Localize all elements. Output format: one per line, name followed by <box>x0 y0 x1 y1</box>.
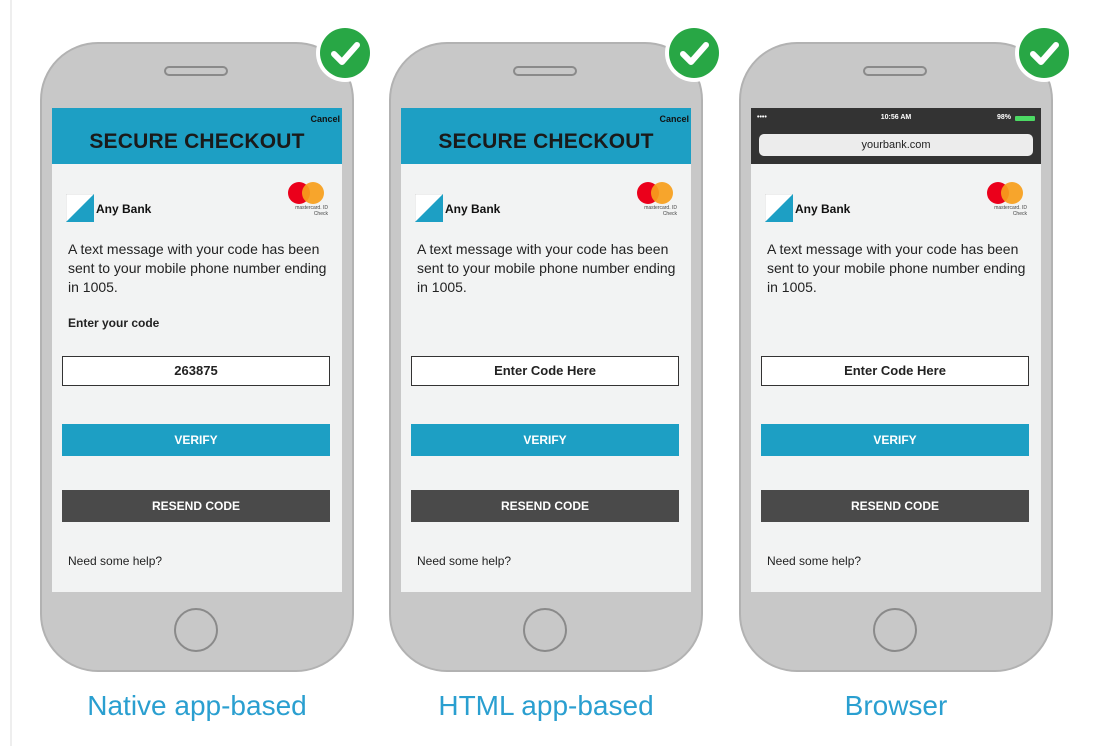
header-title: SECURE CHECKOUT <box>438 130 654 153</box>
phone-browser: •••• 10:56 AM 98% yourbank.com Any Bank … <box>739 28 1069 672</box>
phone-screen: Cancel SECURE CHECKOUT Any Bank masterca… <box>52 108 342 592</box>
secure-checkout-header: Cancel SECURE CHECKOUT <box>401 108 691 164</box>
code-input[interactable]: Enter Code Here <box>411 356 679 386</box>
bank-name: Any Bank <box>96 202 152 216</box>
phone-html-app: Cancel SECURE CHECKOUT Any Bank masterca… <box>389 28 719 672</box>
bank-row: Any Bank mastercard. ID Check <box>66 182 328 222</box>
caption-native-app: Native app-based <box>87 690 307 721</box>
bank-row: Any Bank mastercard. ID Check <box>415 182 677 222</box>
phone-screen: Cancel SECURE CHECKOUT Any Bank masterca… <box>401 108 691 592</box>
speaker-icon <box>863 66 927 76</box>
bank-logo-icon <box>765 194 793 222</box>
check-circle-icon <box>669 28 719 78</box>
caption-browser: Browser <box>844 690 948 721</box>
verify-button[interactable]: VERIFY <box>411 424 679 456</box>
browser-bar: •••• 10:56 AM 98% yourbank.com <box>751 108 1041 164</box>
mastercard-orange-circle-icon <box>302 182 324 204</box>
verify-button[interactable]: VERIFY <box>62 424 330 456</box>
speaker-icon <box>513 66 577 76</box>
sms-message: A text message with your code has been s… <box>767 241 1026 295</box>
phone-screen: •••• 10:56 AM 98% yourbank.com Any Bank … <box>751 108 1041 592</box>
mastercard-orange-circle-icon <box>651 182 673 204</box>
speaker-icon <box>164 66 228 76</box>
mastercard-text: mastercard. ID Check <box>295 205 328 217</box>
bank-logo-icon <box>415 194 443 222</box>
sms-message: A text message with your code has been s… <box>68 241 327 295</box>
cancel-link[interactable]: Cancel <box>659 114 689 124</box>
check-circle-icon <box>1019 28 1069 78</box>
phone-native-app: Cancel SECURE CHECKOUT Any Bank masterca… <box>40 28 370 672</box>
bank-row: Any Bank mastercard. ID Check <box>765 182 1027 222</box>
battery-icon <box>1015 116 1035 121</box>
mastercard-id-check-logo: mastercard. ID Check <box>284 182 328 222</box>
address-bar[interactable]: yourbank.com <box>759 134 1033 156</box>
secure-checkout-header: Cancel SECURE CHECKOUT <box>52 108 342 164</box>
resend-code-button[interactable]: RESEND CODE <box>411 490 679 522</box>
cancel-link[interactable]: Cancel <box>310 114 340 124</box>
help-link[interactable]: Need some help? <box>417 554 511 568</box>
mastercard-text: mastercard. ID Check <box>994 205 1027 217</box>
mastercard-orange-circle-icon <box>1001 182 1023 204</box>
bank-logo-icon <box>66 194 94 222</box>
home-button[interactable] <box>174 608 218 652</box>
resend-code-button[interactable]: RESEND CODE <box>62 490 330 522</box>
sms-message: A text message with your code has been s… <box>417 241 676 295</box>
help-link[interactable]: Need some help? <box>767 554 861 568</box>
resend-code-button[interactable]: RESEND CODE <box>761 490 1029 522</box>
mastercard-id-check-logo: mastercard. ID Check <box>983 182 1027 222</box>
code-input[interactable]: 263875 <box>62 356 330 386</box>
enter-code-label: Enter your code <box>68 316 160 330</box>
figure-frame: Cancel SECURE CHECKOUT Any Bank masterca… <box>10 0 1111 746</box>
battery-percent: 98% <box>996 114 1011 121</box>
help-link[interactable]: Need some help? <box>68 554 162 568</box>
mastercard-id-check-logo: mastercard. ID Check <box>633 182 677 222</box>
code-input[interactable]: Enter Code Here <box>761 356 1029 386</box>
mastercard-text: mastercard. ID Check <box>644 205 677 217</box>
verify-button[interactable]: VERIFY <box>761 424 1029 456</box>
home-button[interactable] <box>523 608 567 652</box>
caption-html-app: HTML app-based <box>438 690 654 721</box>
home-button[interactable] <box>873 608 917 652</box>
bank-name: Any Bank <box>445 202 501 216</box>
check-circle-icon <box>320 28 370 78</box>
bank-name: Any Bank <box>795 202 851 216</box>
header-title: SECURE CHECKOUT <box>89 130 305 153</box>
